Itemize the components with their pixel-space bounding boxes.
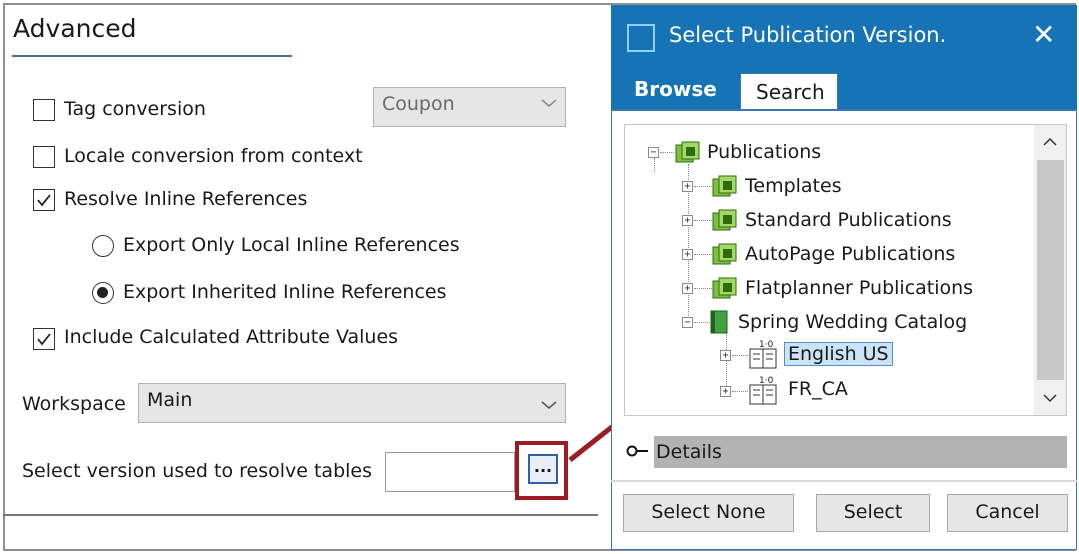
- tree-connector: [694, 254, 712, 255]
- publication-icon: [712, 175, 737, 197]
- chevron-down-icon[interactable]: [1043, 393, 1057, 403]
- chevron-down-icon: [541, 401, 557, 409]
- title-underline: [12, 55, 292, 57]
- locale-conversion-checkbox[interactable]: [33, 146, 55, 168]
- export-inherited-radio[interactable]: [92, 282, 114, 304]
- radio-dot: [97, 287, 108, 298]
- tag-conversion-checkbox[interactable]: [33, 99, 55, 121]
- export-local-radio[interactable]: [92, 235, 114, 257]
- bottom-divider: [3, 514, 598, 516]
- tree-connector: [726, 330, 727, 394]
- checkmark-icon: [37, 333, 51, 346]
- collapse-toggle[interactable]: −: [682, 317, 693, 328]
- export-local-label: Export Only Local Inline References: [123, 234, 460, 256]
- resolve-inline-checkbox[interactable]: [33, 189, 55, 211]
- tab-browse[interactable]: Browse: [618, 73, 734, 107]
- select-version-label: Select version used to resolve tables: [22, 460, 373, 482]
- tree-node-templates[interactable]: Templates: [745, 175, 842, 197]
- details-bar[interactable]: Details: [654, 436, 1067, 468]
- chevron-down-icon: [541, 99, 557, 107]
- tag-conversion-value: Coupon: [382, 93, 455, 115]
- expand-toggle[interactable]: +: [682, 249, 693, 260]
- close-icon[interactable]: ✕: [1032, 18, 1055, 51]
- version-book-icon: 1·0: [749, 376, 777, 405]
- tree-node-fr-ca[interactable]: FR_CA: [788, 378, 848, 400]
- expand-toggle[interactable]: +: [682, 215, 693, 226]
- tree-node-autopage-publications[interactable]: AutoPage Publications: [745, 243, 955, 265]
- workspace-value: Main: [147, 389, 193, 411]
- tree-connector: [694, 220, 712, 221]
- checkmark-icon: [37, 194, 51, 207]
- select-none-button[interactable]: Select None: [623, 494, 794, 532]
- publication-icon: [712, 243, 737, 265]
- include-calculated-checkbox[interactable]: [33, 328, 55, 350]
- expand-toggle[interactable]: +: [682, 181, 693, 192]
- tree-node-standard-publications[interactable]: Standard Publications: [745, 209, 952, 231]
- expand-toggle[interactable]: +: [682, 283, 693, 294]
- dialog-title: Select Publication Version.: [669, 23, 947, 47]
- tree-connector: [660, 152, 674, 153]
- workspace-select[interactable]: Main: [138, 383, 566, 423]
- tag-conversion-label: Tag conversion: [64, 98, 206, 120]
- export-inherited-label: Export Inherited Inline References: [123, 281, 447, 303]
- tree-connector: [732, 391, 748, 392]
- tag-conversion-combo[interactable]: Coupon: [373, 87, 566, 127]
- scrollbar-thumb[interactable]: [1037, 160, 1064, 380]
- section-title: Advanced: [13, 14, 137, 43]
- cancel-button[interactable]: Cancel: [947, 494, 1068, 532]
- tab-browse-label: Browse: [634, 77, 717, 101]
- tree-connector: [694, 186, 712, 187]
- locale-conversion-label: Locale conversion from context: [64, 145, 363, 167]
- expand-toggle[interactable]: +: [720, 350, 731, 361]
- workspace-label: Workspace: [22, 393, 126, 415]
- tree-node-flatplanner-publications[interactable]: Flatplanner Publications: [745, 277, 973, 299]
- browse-version-button[interactable]: ...: [528, 454, 558, 484]
- publication-icon: [712, 209, 737, 231]
- tab-search[interactable]: Search: [740, 73, 838, 111]
- expand-details-icon[interactable]: [626, 444, 652, 458]
- tree-node-publications[interactable]: Publications: [707, 141, 821, 163]
- tree-connector: [732, 355, 748, 356]
- button-divider: [611, 480, 1077, 482]
- select-button[interactable]: Select: [816, 494, 930, 532]
- tree-connector: [694, 322, 708, 323]
- collapse-toggle[interactable]: −: [648, 147, 659, 158]
- tree-connector: [654, 158, 655, 172]
- chevron-up-icon[interactable]: [1043, 137, 1057, 147]
- tree-node-spring-wedding-catalog[interactable]: Spring Wedding Catalog: [738, 311, 967, 333]
- window-icon: [627, 24, 655, 52]
- tab-search-label: Search: [756, 80, 825, 104]
- publication-book-icon: [710, 310, 728, 334]
- version-book-icon: 1·0: [749, 340, 777, 369]
- details-label: Details: [656, 441, 722, 463]
- resolve-inline-label: Resolve Inline References: [64, 188, 308, 210]
- tabs-underline: [611, 109, 1077, 111]
- publication-icon: [712, 277, 737, 299]
- tree-connector: [694, 288, 712, 289]
- publication-tree[interactable]: [624, 124, 1067, 416]
- expand-toggle[interactable]: +: [720, 386, 731, 397]
- select-version-field[interactable]: [385, 452, 515, 492]
- include-calculated-label: Include Calculated Attribute Values: [64, 326, 399, 348]
- publications-folder-icon: [675, 141, 700, 163]
- tree-node-english-us[interactable]: English US: [784, 342, 893, 366]
